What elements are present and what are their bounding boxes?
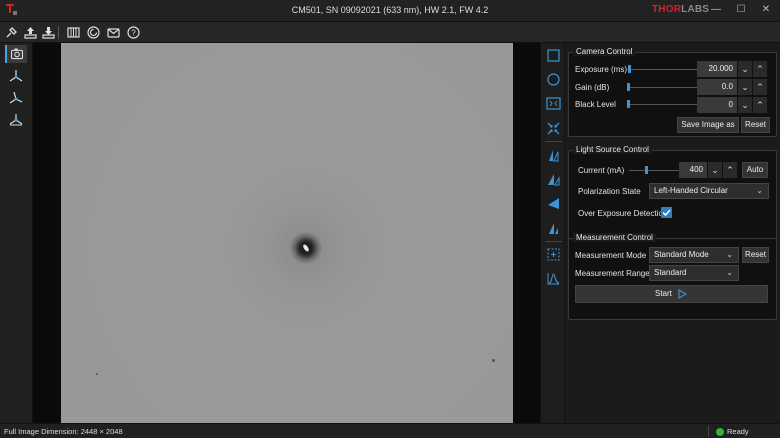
black-level-label: Black Level	[575, 100, 616, 109]
minimize-button[interactable]: —	[708, 2, 724, 18]
control-panel: Camera Control Exposure (ms) 20.000 ⌄ ⌃ …	[565, 43, 780, 423]
fit-view-icon[interactable]	[545, 95, 562, 112]
current-field[interactable]: 400	[679, 162, 707, 178]
chevron-down-icon: ⌄	[726, 250, 733, 259]
maximize-button[interactable]: ☐	[733, 2, 749, 18]
camera-reset-button[interactable]: Reset	[741, 117, 770, 133]
measurement-range-select[interactable]: Standard ⌄	[649, 265, 739, 281]
help-icon[interactable]: ?	[126, 25, 141, 40]
image-speck	[96, 373, 98, 375]
tool-divider	[545, 241, 562, 242]
upload-icon[interactable]	[23, 25, 38, 40]
exposure-increment-button[interactable]: ⌃	[753, 61, 767, 77]
chevron-down-icon: ⌄	[756, 186, 763, 195]
image-viewer[interactable]	[33, 43, 540, 423]
over-exposure-checkbox[interactable]	[661, 207, 672, 218]
measurement-reset-button[interactable]: Reset	[742, 247, 769, 263]
light-source-control-title: Light Source Control	[573, 145, 652, 154]
polarizer-view-2-icon[interactable]	[545, 171, 562, 188]
start-label: Start	[655, 289, 672, 298]
exposure-slider[interactable]	[627, 69, 697, 70]
auto-button[interactable]: Auto	[742, 162, 768, 178]
toolbar-divider	[58, 26, 59, 39]
current-slider[interactable]	[629, 170, 679, 171]
beam-spot	[290, 232, 322, 264]
tool-strip	[540, 43, 565, 423]
black-level-decrement-button[interactable]: ⌄	[738, 97, 752, 113]
left-sidebar	[0, 43, 33, 423]
tool-divider	[545, 141, 562, 142]
polarization-value: Left-Handed Circular	[654, 186, 728, 195]
black-level-slider[interactable]	[627, 104, 697, 105]
measurement-mode-select[interactable]: Standard Mode ⌄	[649, 247, 739, 263]
measurement-mode-value: Standard Mode	[654, 250, 709, 259]
polarization-label: Polarization State	[578, 187, 641, 196]
status-text: Ready	[727, 427, 749, 436]
exposure-field[interactable]: 20.000	[697, 61, 737, 77]
measurement-range-value: Standard	[654, 268, 687, 277]
black-level-field[interactable]: 0	[697, 97, 737, 113]
close-button[interactable]: ✕	[758, 2, 774, 18]
measurement-range-label: Measurement Range	[575, 269, 650, 278]
brand-logo-gray: LABS	[681, 4, 710, 15]
refresh-icon[interactable]	[86, 25, 101, 40]
polarizer-view-1-icon[interactable]	[545, 147, 562, 164]
exposure-slider-thumb[interactable]	[628, 65, 632, 73]
current-increment-button[interactable]: ⌃	[723, 162, 737, 178]
black-level-slider-thumb[interactable]	[627, 100, 630, 108]
checkmark-icon	[662, 209, 671, 217]
gain-field[interactable]: 0.0	[697, 79, 737, 95]
crosshair-select-icon[interactable]	[545, 246, 562, 263]
gain-slider-thumb[interactable]	[627, 83, 630, 91]
svg-text:?: ?	[131, 29, 136, 38]
axes-tilted-icon[interactable]	[5, 89, 27, 107]
polarizer-view-3-icon[interactable]	[545, 195, 562, 212]
chevron-down-icon: ⌄	[726, 268, 733, 277]
status-divider	[708, 426, 709, 437]
camera-image[interactable]	[61, 43, 513, 423]
polarizer-view-4-icon[interactable]	[545, 220, 562, 237]
current-slider-thumb[interactable]	[645, 166, 649, 174]
camera-control-title: Camera Control	[573, 47, 636, 56]
beam-spot-center	[302, 243, 310, 253]
image-speck	[492, 359, 495, 362]
camera-control-group: Camera Control Exposure (ms) 20.000 ⌄ ⌃ …	[568, 47, 777, 137]
gain-decrement-button[interactable]: ⌄	[738, 79, 752, 95]
play-icon	[678, 289, 687, 299]
start-button[interactable]: Start	[575, 285, 768, 303]
image-dimension-text: Full Image Dimension: 2448 × 2048	[4, 427, 123, 436]
circle-roi-icon[interactable]	[545, 71, 562, 88]
black-level-increment-button[interactable]: ⌃	[753, 97, 767, 113]
measurement-control-title: Measurement Control	[573, 233, 656, 242]
axes-icon[interactable]	[5, 67, 27, 85]
measurement-control-group: Measurement Control Measurement Mode Sta…	[568, 233, 777, 320]
rectangle-roi-icon[interactable]	[545, 47, 562, 64]
over-exposure-label: Over Exposure Detection	[578, 209, 668, 218]
status-indicator-icon	[716, 428, 724, 436]
brand-logo: THORLABS	[652, 4, 709, 15]
measurement-mode-label: Measurement Mode	[575, 251, 647, 260]
gain-slider[interactable]	[627, 87, 697, 88]
toolbar: ?	[0, 22, 780, 43]
gain-increment-button[interactable]: ⌃	[753, 79, 767, 95]
brand-logo-red: THOR	[652, 4, 682, 15]
collapse-icon[interactable]	[545, 120, 562, 137]
exposure-decrement-button[interactable]: ⌄	[738, 61, 752, 77]
camera-icon[interactable]	[5, 45, 27, 63]
current-label: Current (mA)	[578, 166, 625, 175]
polarization-select[interactable]: Left-Handed Circular ⌄	[649, 183, 769, 199]
status-bar: Full Image Dimension: 2448 × 2048 Ready	[0, 423, 780, 438]
current-decrement-button[interactable]: ⌄	[708, 162, 722, 178]
gain-label: Gain (dB)	[575, 83, 610, 92]
profile-plot-icon[interactable]	[545, 270, 562, 287]
axes-3d-icon[interactable]	[5, 111, 27, 129]
film-strip-icon[interactable]	[66, 25, 81, 40]
download-icon[interactable]	[41, 25, 56, 40]
exposure-label: Exposure (ms)	[575, 65, 628, 74]
save-image-button[interactable]: Save Image as	[677, 117, 739, 133]
connect-icon[interactable]	[4, 25, 19, 40]
mail-icon[interactable]	[106, 25, 121, 40]
title-bar: CM501, SN 09092021 (633 nm), HW 2.1, FW …	[0, 0, 780, 22]
